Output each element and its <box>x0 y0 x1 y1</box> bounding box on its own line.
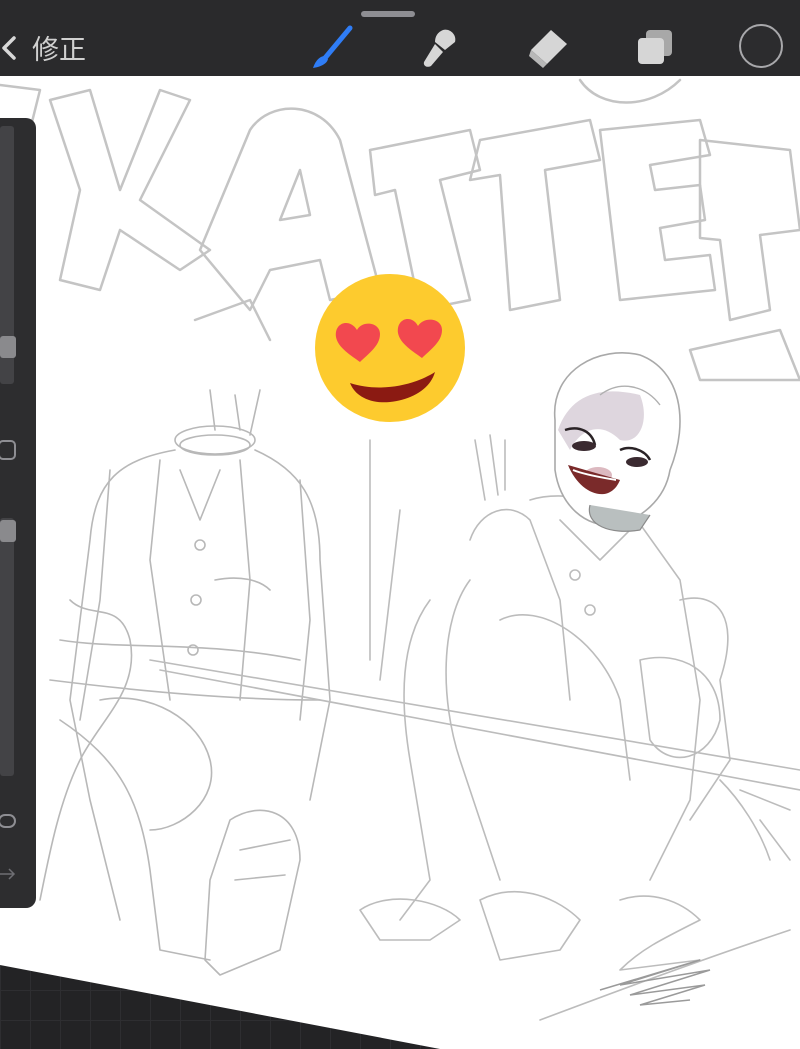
redo-arrow-icon[interactable] <box>0 868 16 880</box>
brush-tool-button[interactable] <box>305 22 355 72</box>
back-button-label: 修正 <box>32 35 86 66</box>
undo-button[interactable] <box>0 814 16 828</box>
drawing-canvas[interactable] <box>0 0 800 1049</box>
opacity-slider[interactable] <box>0 518 14 776</box>
modify-button[interactable] <box>0 440 16 460</box>
toolbar-grabber[interactable] <box>361 11 415 17</box>
chevron-left-icon <box>2 35 16 60</box>
eraser-icon <box>529 30 567 68</box>
layers-icon <box>638 30 672 64</box>
eraser-tool-button[interactable] <box>521 22 571 72</box>
heart-eyes-emoji <box>315 274 465 422</box>
canvas-paper <box>0 76 800 1049</box>
brush-size-slider-thumb[interactable] <box>0 336 16 358</box>
smudge-icon <box>423 29 456 67</box>
opacity-slider-thumb[interactable] <box>0 520 16 542</box>
smudge-tool-button[interactable] <box>413 22 463 72</box>
left-sidebar <box>0 118 36 908</box>
layers-button[interactable] <box>630 22 680 72</box>
color-picker-button[interactable] <box>739 24 783 68</box>
brush-icon <box>313 25 353 68</box>
top-toolbar: 修正 <box>0 0 800 76</box>
back-button[interactable]: 修正 <box>0 28 86 67</box>
